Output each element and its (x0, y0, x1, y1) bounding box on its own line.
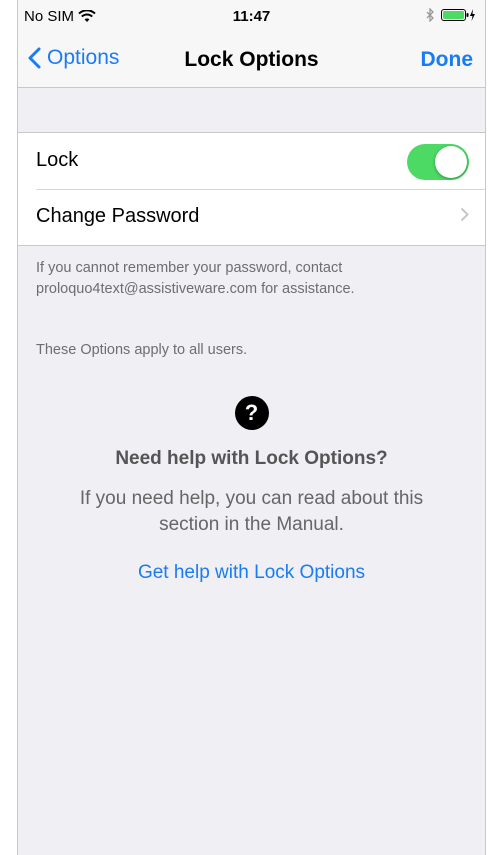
done-button[interactable]: Done (421, 48, 474, 72)
help-body-line-1: If you need help, you can read about thi… (79, 488, 424, 509)
footnote-line-2: proloquo4text@assistiveware.com for assi… (36, 281, 355, 297)
toggle-knob (435, 146, 467, 178)
status-bar: No SIM 11:47 (18, 0, 485, 30)
lock-label: Lock (36, 149, 79, 171)
lock-toggle[interactable] (407, 144, 469, 180)
apply-footnote: These Options apply to all users. (36, 342, 248, 358)
battery-icon (441, 9, 475, 21)
change-password-label: Change Password (36, 205, 200, 227)
footnote-line-1: If you cannot remember your password, co… (36, 260, 343, 276)
help-link[interactable]: Get help with Lock Options (18, 562, 485, 584)
change-password-row[interactable]: Change Password (18, 189, 485, 245)
phone-screen: No SIM 11:47 Options Lock Options Done L… (17, 0, 486, 855)
help-body-line-2: section in the Manual. (159, 514, 344, 535)
lock-settings-group: Lock Change Password (18, 132, 485, 246)
status-time: 11:47 (232, 8, 271, 25)
page-title: Lock Options (184, 48, 319, 71)
bluetooth-icon (426, 8, 434, 22)
help-title: Need help with Lock Options? (115, 448, 388, 469)
help-body: If you need help, you can read about thi… (48, 486, 455, 538)
help-icon: ? (234, 396, 269, 430)
chevron-right-icon (460, 207, 469, 222)
password-help-footnote: If you cannot remember your password, co… (36, 258, 467, 300)
status-right (426, 8, 477, 22)
navigation-bar: Options Lock Options Done (18, 30, 485, 88)
lock-row: Lock (18, 133, 485, 189)
